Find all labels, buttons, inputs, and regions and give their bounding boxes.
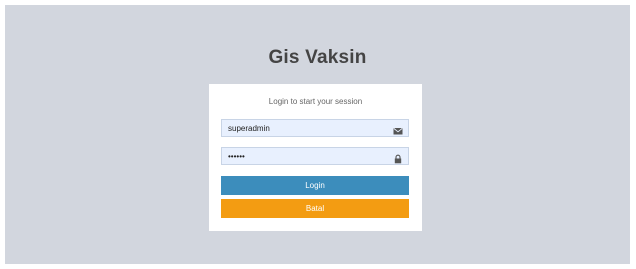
cancel-button[interactable]: Batal — [221, 199, 409, 218]
username-input[interactable] — [222, 120, 392, 136]
lock-icon — [393, 151, 403, 164]
password-field[interactable] — [221, 147, 409, 165]
username-field[interactable] — [221, 119, 409, 137]
login-page: Gis Vaksin Login to start your session L… — [5, 5, 630, 264]
page-title: Gis Vaksin — [268, 47, 367, 68]
login-box: Login to start your session Login Batal — [209, 84, 422, 231]
login-button[interactable]: Login — [221, 176, 409, 195]
login-box-message: Login to start your session — [268, 97, 363, 106]
password-input[interactable] — [222, 148, 392, 164]
envelope-icon — [393, 123, 403, 135]
